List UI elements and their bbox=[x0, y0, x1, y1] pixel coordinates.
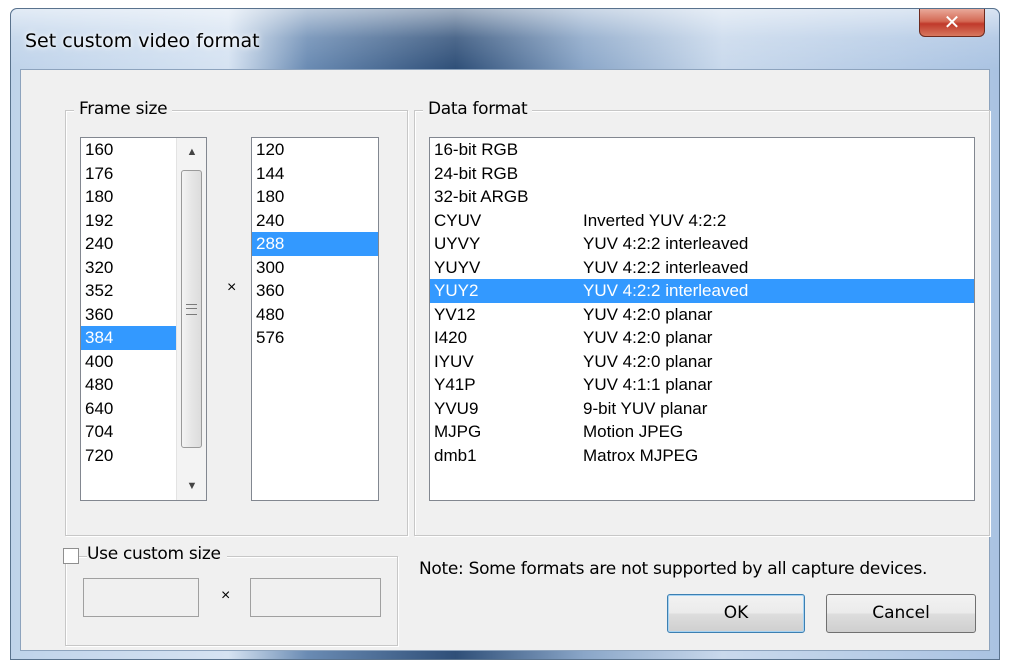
list-item[interactable]: 480 bbox=[252, 303, 378, 327]
list-item[interactable]: 24-bit RGB bbox=[430, 162, 974, 186]
data-format-list[interactable]: 16-bit RGB 24-bit RGB 32-bit ARGB CYUV Inver… bbox=[429, 137, 975, 501]
format-code: YUYV bbox=[434, 257, 481, 277]
format-description: Inverted YUV 4:2:2 bbox=[583, 210, 727, 230]
list-item[interactable]: I420 YUV 4:2:0 planar bbox=[430, 326, 974, 350]
format-code: YUY2 bbox=[434, 281, 479, 300]
format-code: 32-bit ARGB bbox=[434, 187, 529, 206]
list-item[interactable]: YV12 YUV 4:2:0 planar bbox=[430, 303, 974, 327]
format-description: Motion JPEG bbox=[583, 422, 684, 441]
format-code: CYUV bbox=[434, 210, 482, 230]
list-item[interactable]: YUYV YUV 4:2:2 interleaved bbox=[430, 256, 974, 280]
list-item[interactable]: UYVY YUV 4:2:2 interleaved bbox=[430, 232, 974, 256]
list-item[interactable]: 180 bbox=[252, 185, 378, 209]
data-format-items: 16-bit RGB 24-bit RGB 32-bit ARGB CYUV Inver… bbox=[430, 138, 974, 467]
dialog-client-area: Frame size 160 176 180 192 240 320 352 360 384 40… bbox=[20, 69, 990, 651]
list-item[interactable]: 120 bbox=[252, 138, 378, 162]
scroll-down-icon[interactable]: ▼ bbox=[177, 472, 206, 500]
format-description: YUV 4:1:1 planar bbox=[583, 375, 713, 394]
custom-size-times-sign: × bbox=[221, 587, 231, 604]
window-title: Set custom video format bbox=[25, 30, 260, 52]
list-item[interactable]: 288 bbox=[252, 232, 378, 256]
format-description: YUV 4:2:2 interleaved bbox=[583, 281, 749, 300]
format-code: Y41P bbox=[434, 375, 476, 394]
frame-height-items: 120 144 180 240 288 300 360 480 576 bbox=[252, 138, 378, 350]
use-custom-size-checkbox[interactable] bbox=[63, 548, 79, 564]
list-item[interactable]: dmb1 Matrox MJPEG bbox=[430, 444, 974, 468]
format-description: YUV 4:2:0 planar bbox=[583, 351, 713, 371]
format-code: MJPG bbox=[434, 422, 482, 441]
close-button[interactable]: ✕ bbox=[919, 9, 985, 37]
format-description: YUV 4:2:2 interleaved bbox=[583, 257, 749, 277]
list-item[interactable]: 360 bbox=[252, 279, 378, 303]
list-item[interactable]: YVU9 9-bit YUV planar bbox=[430, 397, 974, 421]
frame-width-scrollbar[interactable]: ▲ ▼ bbox=[176, 138, 206, 500]
frame-size-times-sign: × bbox=[227, 279, 237, 296]
list-item[interactable]: Y41P YUV 4:1:1 planar bbox=[430, 373, 974, 397]
grip-icon bbox=[186, 304, 197, 315]
frame-height-list[interactable]: 120 144 180 240 288 300 360 480 576 bbox=[251, 137, 379, 501]
list-item[interactable]: CYUV Inverted YUV 4:2:2 bbox=[430, 209, 974, 233]
list-item[interactable]: IYUV YUV 4:2:0 planar bbox=[430, 350, 974, 374]
format-description: YUV 4:2:2 interleaved bbox=[583, 234, 749, 253]
list-item[interactable]: 300 bbox=[252, 256, 378, 280]
scroll-up-icon[interactable]: ▲ bbox=[177, 138, 206, 166]
format-description: 9-bit YUV planar bbox=[583, 398, 708, 418]
list-item[interactable]: 240 bbox=[252, 209, 378, 233]
format-code: dmb1 bbox=[434, 445, 477, 465]
list-item[interactable]: 32-bit ARGB bbox=[430, 185, 974, 209]
format-description: Matrox MJPEG bbox=[583, 445, 699, 465]
data-format-label: Data format bbox=[423, 99, 533, 119]
format-code: YV12 bbox=[434, 304, 476, 324]
format-code: UYVY bbox=[434, 234, 481, 253]
list-item[interactable]: YUY2 YUV 4:2:2 interleaved bbox=[430, 279, 974, 303]
note-text: Note: Some formats are not supported by … bbox=[419, 559, 928, 579]
format-code: YVU9 bbox=[434, 398, 479, 418]
frame-size-label: Frame size bbox=[74, 99, 173, 119]
format-code: I420 bbox=[434, 328, 468, 347]
list-item[interactable]: 576 bbox=[252, 326, 378, 350]
custom-width-field bbox=[83, 578, 199, 617]
list-item[interactable]: MJPG Motion JPEG bbox=[430, 420, 974, 444]
format-description: YUV 4:2:0 planar bbox=[583, 304, 713, 324]
format-code: 16-bit RGB bbox=[434, 140, 519, 159]
cancel-button[interactable]: Cancel bbox=[826, 594, 976, 633]
use-custom-size-label: Use custom size bbox=[87, 544, 227, 564]
scroll-thumb[interactable] bbox=[181, 170, 202, 448]
close-icon: ✕ bbox=[943, 10, 961, 34]
ok-button[interactable]: OK bbox=[667, 594, 805, 633]
custom-height-field bbox=[250, 578, 381, 617]
dialog-window: Set custom video format ✕ Frame size 160… bbox=[10, 8, 1000, 660]
frame-width-list[interactable]: 160 176 180 192 240 320 352 360 384 400 480 640 704 7… bbox=[80, 137, 207, 501]
list-item[interactable]: 144 bbox=[252, 162, 378, 186]
format-code: IYUV bbox=[434, 351, 474, 371]
list-item[interactable]: 16-bit RGB bbox=[430, 138, 974, 162]
format-code: 24-bit RGB bbox=[434, 163, 519, 183]
format-description: YUV 4:2:0 planar bbox=[583, 328, 713, 347]
